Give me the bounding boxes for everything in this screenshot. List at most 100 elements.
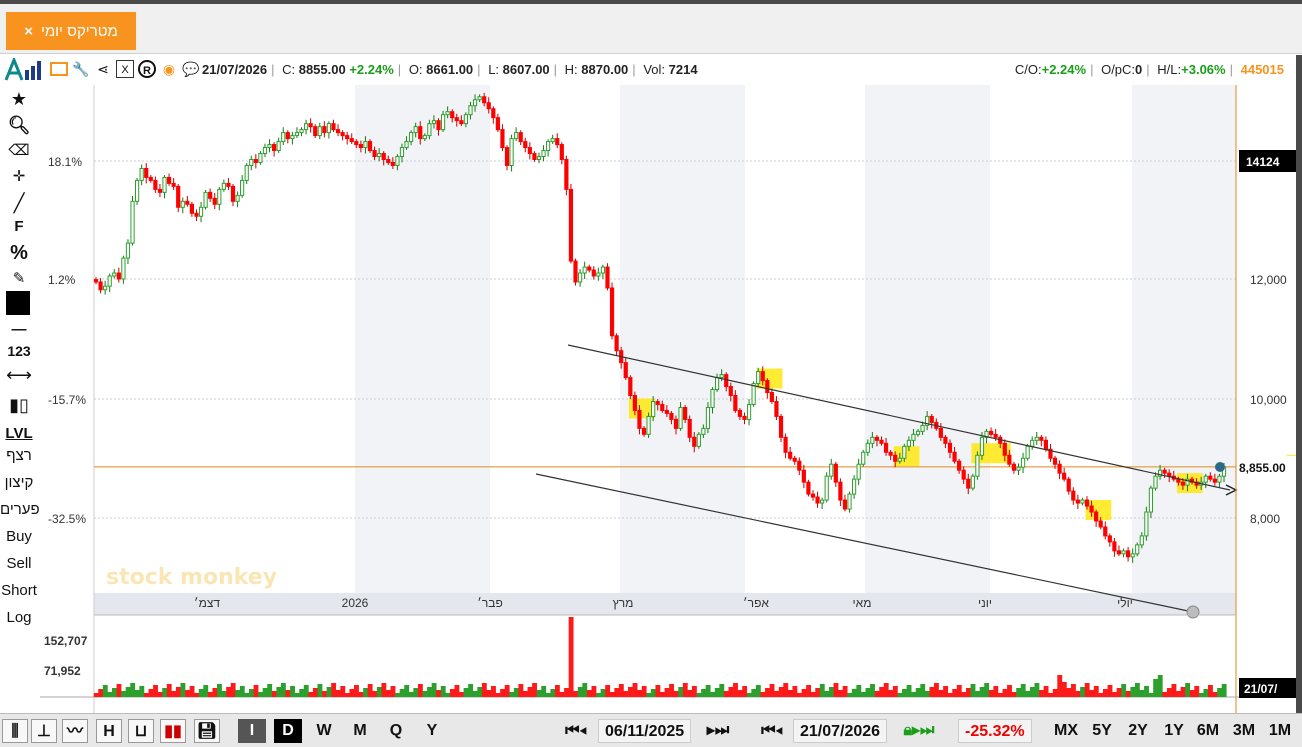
symbol-id[interactable]: 445015 <box>1241 62 1284 77</box>
registered-icon[interactable]: R <box>138 60 156 78</box>
range-3m[interactable]: 3M <box>1228 719 1260 743</box>
volume-bar-down <box>1043 686 1049 697</box>
volume-bar-up <box>536 690 542 697</box>
candle-up <box>546 141 551 152</box>
start-prev-icon[interactable]: ⏮◂ <box>556 719 596 743</box>
volume-bar-up <box>1029 687 1035 697</box>
candle-down <box>669 412 674 420</box>
volume-bar-up <box>860 692 866 697</box>
range-5y[interactable]: 5Y <box>1086 719 1118 743</box>
candle-up <box>472 99 478 107</box>
lock-icon[interactable]: 🔒︎▸⏭ <box>894 719 944 743</box>
tab-daily-matrix[interactable]: × מטריקס יומי <box>6 12 136 50</box>
volume-bar-up <box>317 684 323 697</box>
highlight-mark <box>893 446 920 467</box>
volume-bar-down <box>1194 686 1200 697</box>
range-1y[interactable]: 1Y <box>1158 719 1190 743</box>
panel-icon[interactable] <box>50 62 68 76</box>
share-icon[interactable]: ⋖ <box>94 60 112 78</box>
search-icon[interactable]: 🔍︎ <box>0 115 38 136</box>
candles-icon[interactable]: ▮▯ <box>0 395 38 416</box>
volume-bar-down <box>769 684 775 697</box>
candle-type-icon[interactable]: ⫼ <box>2 719 28 743</box>
save-icon[interactable]: 💾︎ <box>194 719 220 743</box>
period-weekly[interactable]: W <box>310 719 338 743</box>
level-button[interactable]: LVL <box>0 425 38 442</box>
eraser-icon[interactable]: ⌫ <box>0 141 38 159</box>
volume-bar-up <box>203 685 209 697</box>
volume-bar-down <box>669 684 675 697</box>
crosshair-icon[interactable]: ✛ <box>0 167 38 185</box>
start-date[interactable]: 06/11/2025 <box>598 719 692 743</box>
candle-down <box>418 126 423 140</box>
star-icon[interactable]: ★ <box>0 89 38 110</box>
candle-down <box>454 117 459 122</box>
range-mx[interactable]: MX <box>1050 719 1082 743</box>
sidebar-item-sequence[interactable]: רצף <box>0 447 38 464</box>
period-quarterly[interactable]: Q <box>382 719 410 743</box>
candle-up <box>902 445 907 459</box>
color-type-icon[interactable]: ▮▮ <box>160 719 186 743</box>
period-yearly[interactable]: Y <box>418 719 446 743</box>
volume-bar-up <box>1025 691 1031 697</box>
candle-down <box>1103 526 1108 537</box>
candle-down <box>655 400 660 405</box>
volume-bar-down <box>175 687 181 697</box>
color-swatch[interactable] <box>6 291 30 315</box>
start-next-icon[interactable]: ▸⏭ <box>698 719 738 743</box>
line-width-icon[interactable]: — <box>0 321 38 338</box>
measure-icon[interactable]: ⟷ <box>0 365 38 386</box>
volume-bar-up <box>865 688 871 697</box>
opc-value: 0 <box>1135 62 1143 77</box>
volume-bar-up <box>276 687 282 697</box>
tab-close-icon[interactable]: × <box>24 23 33 40</box>
candle-down <box>518 132 523 143</box>
range-2y[interactable]: 2Y <box>1122 719 1154 743</box>
sidebar-item-gaps[interactable]: פערים <box>0 501 40 518</box>
line-type-icon[interactable]: 〰 <box>62 719 88 743</box>
chat-icon[interactable]: 💬 <box>182 60 200 78</box>
sidebar-item-buy[interactable]: Buy <box>0 528 38 545</box>
end-prev-icon[interactable]: ⏮◂ <box>752 719 792 743</box>
heikin-type-icon[interactable]: H <box>96 719 122 743</box>
range-6m[interactable]: 6M <box>1192 719 1224 743</box>
target-icon[interactable]: ◉ <box>160 60 178 78</box>
volume-bar-down <box>934 683 939 697</box>
candle-up <box>303 123 309 131</box>
volume-bar-up <box>180 683 186 697</box>
sidebar-item-log[interactable]: Log <box>0 609 38 626</box>
excel-icon[interactable]: X <box>116 60 134 78</box>
sidebar-item-short[interactable]: Short <box>0 582 38 599</box>
candle-down <box>1125 550 1131 558</box>
candle-down <box>1167 472 1172 477</box>
volume-bar-up <box>646 693 652 697</box>
bar-type-icon[interactable]: ⊥ <box>31 719 57 743</box>
period-intraday[interactable]: I <box>238 719 266 743</box>
price-chart[interactable]: 14124 12,000 10,000 8,000 8,855.00 18.1% 1.2% -… <box>40 85 1296 713</box>
period-monthly[interactable]: M <box>346 719 374 743</box>
volume-bar-up <box>911 692 917 697</box>
line-tool-icon[interactable]: ╱ <box>0 193 38 214</box>
percent-button[interactable]: % <box>0 242 38 265</box>
candle-down <box>737 409 743 417</box>
period-daily[interactable]: D <box>274 719 302 743</box>
volume-bar-up <box>130 683 136 697</box>
volume-bar-down <box>1171 684 1177 697</box>
end-date[interactable]: 21/07/2026 <box>793 719 888 743</box>
step-type-icon[interactable]: ⊔ <box>128 719 154 743</box>
candle-down <box>961 469 966 480</box>
edit-icon[interactable]: ✎ <box>0 269 38 287</box>
candle-down <box>724 374 729 388</box>
volume-bar-down <box>554 685 560 697</box>
sidebar-item-extreme[interactable]: קיצון <box>0 474 38 491</box>
candle-down <box>728 386 733 397</box>
range-1m[interactable]: 1M <box>1264 719 1296 743</box>
volume-bar-up <box>1121 684 1127 697</box>
sidebar-item-sell[interactable]: Sell <box>0 555 38 572</box>
volume-bar-up <box>363 688 369 697</box>
volume-bar-up <box>596 693 601 697</box>
wrench-icon[interactable]: 🔧 <box>72 60 90 78</box>
app-logo-icon[interactable] <box>4 58 46 82</box>
fibonacci-button[interactable]: F <box>0 218 38 235</box>
number-tool-button[interactable]: 123 <box>0 343 38 359</box>
